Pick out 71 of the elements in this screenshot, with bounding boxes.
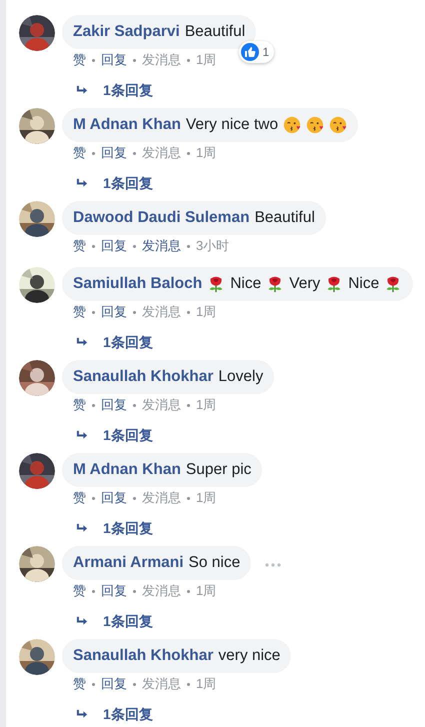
info-text: 1周 xyxy=(196,144,216,162)
reply-arrow-icon xyxy=(76,84,89,96)
author-name[interactable]: M Adnan Khan xyxy=(73,113,181,137)
action-link[interactable]: 赞 xyxy=(73,488,86,508)
action-link[interactable]: 赞 xyxy=(73,395,86,415)
comment-text: Lovely xyxy=(218,367,264,388)
info-text: 发消息 xyxy=(142,303,181,322)
info-text: 1周 xyxy=(196,675,216,694)
reply-arrow-icon xyxy=(76,708,89,720)
author-name[interactable]: Dawood Daudi Suleman xyxy=(73,206,250,230)
info-text: 1周 xyxy=(196,582,216,600)
comment-text: So nice xyxy=(188,553,240,574)
action-link[interactable]: 回复 xyxy=(101,143,127,163)
kissing-face-icon xyxy=(306,116,324,134)
info-text: 发消息 xyxy=(142,489,181,508)
action-link[interactable]: 回复 xyxy=(101,236,127,256)
author-name[interactable]: M Adnan Khan xyxy=(73,458,181,482)
action-link[interactable]: 回复 xyxy=(101,488,127,508)
reply-arrow-icon xyxy=(76,616,89,626)
comment-text: Nice xyxy=(230,274,262,294)
info-text: 3小时 xyxy=(196,237,230,256)
action-link[interactable]: 回复 xyxy=(101,395,127,415)
action-link[interactable]: 回复 xyxy=(101,50,127,70)
info-text: 1周 xyxy=(196,489,216,508)
action-link[interactable]: 赞 xyxy=(73,143,86,163)
view-replies-link[interactable]: 1条回复 xyxy=(62,425,274,445)
action-link[interactable]: 赞 xyxy=(73,674,86,694)
action-link[interactable]: 赞 xyxy=(73,581,86,601)
info-text: 发消息 xyxy=(142,396,181,414)
view-replies-link[interactable]: 1条回复 xyxy=(62,173,358,193)
info-text: 发消息 xyxy=(142,144,181,162)
comment-text: Nice xyxy=(348,274,380,294)
reaction-badge[interactable]: 1 xyxy=(239,41,274,63)
info-text: 发消息 xyxy=(142,582,181,600)
view-replies-link[interactable]: 1条回复 xyxy=(62,518,262,538)
kissing-face-icon xyxy=(283,116,302,134)
info-text: 1周 xyxy=(196,303,216,322)
action-link[interactable]: 赞 xyxy=(73,50,86,70)
author-name[interactable]: Samiullah Baloch xyxy=(73,272,202,296)
more-options-icon[interactable] xyxy=(265,563,282,567)
view-replies-link[interactable]: 1条回复 xyxy=(62,611,282,631)
thumbs-up-icon xyxy=(241,43,260,61)
action-link[interactable]: 发消息 xyxy=(142,236,181,256)
info-text: 1周 xyxy=(196,396,216,414)
reply-arrow-icon xyxy=(76,178,89,188)
info-text: 发消息 xyxy=(142,51,181,70)
comment-text: Beautiful xyxy=(254,208,315,228)
comment-text: Very nice two xyxy=(186,115,278,136)
author-name[interactable]: Sanaullah Khokhar xyxy=(73,644,214,668)
view-replies-link[interactable]: 1条回复 xyxy=(62,80,256,100)
reaction-count: 1 xyxy=(262,44,270,61)
action-link[interactable]: 回复 xyxy=(101,674,127,694)
info-text: 发消息 xyxy=(142,675,181,694)
reply-arrow-icon xyxy=(76,430,89,440)
author-name[interactable]: Sanaullah Khokhar xyxy=(73,365,214,389)
author-name[interactable]: Zakir Sadparvi xyxy=(73,20,180,44)
view-replies-link[interactable]: 1条回复 xyxy=(62,332,414,352)
view-replies-link[interactable]: 1条回复 xyxy=(62,704,292,724)
reply-arrow-icon xyxy=(76,336,89,348)
info-text: 1周 xyxy=(196,51,216,70)
comment-text: Very xyxy=(289,274,320,294)
action-link[interactable]: 赞 xyxy=(73,236,86,256)
action-link[interactable]: 赞 xyxy=(73,302,86,322)
action-link[interactable]: 回复 xyxy=(101,581,127,601)
author-name[interactable]: Armani Armani xyxy=(73,551,184,575)
kissing-face-icon xyxy=(329,116,348,134)
reply-arrow-icon xyxy=(76,522,89,534)
comment-text: Super pic xyxy=(186,460,252,480)
action-link[interactable]: 回复 xyxy=(101,302,127,322)
comment-text: Beautiful xyxy=(184,22,246,42)
comment-text: very nice xyxy=(218,646,280,666)
